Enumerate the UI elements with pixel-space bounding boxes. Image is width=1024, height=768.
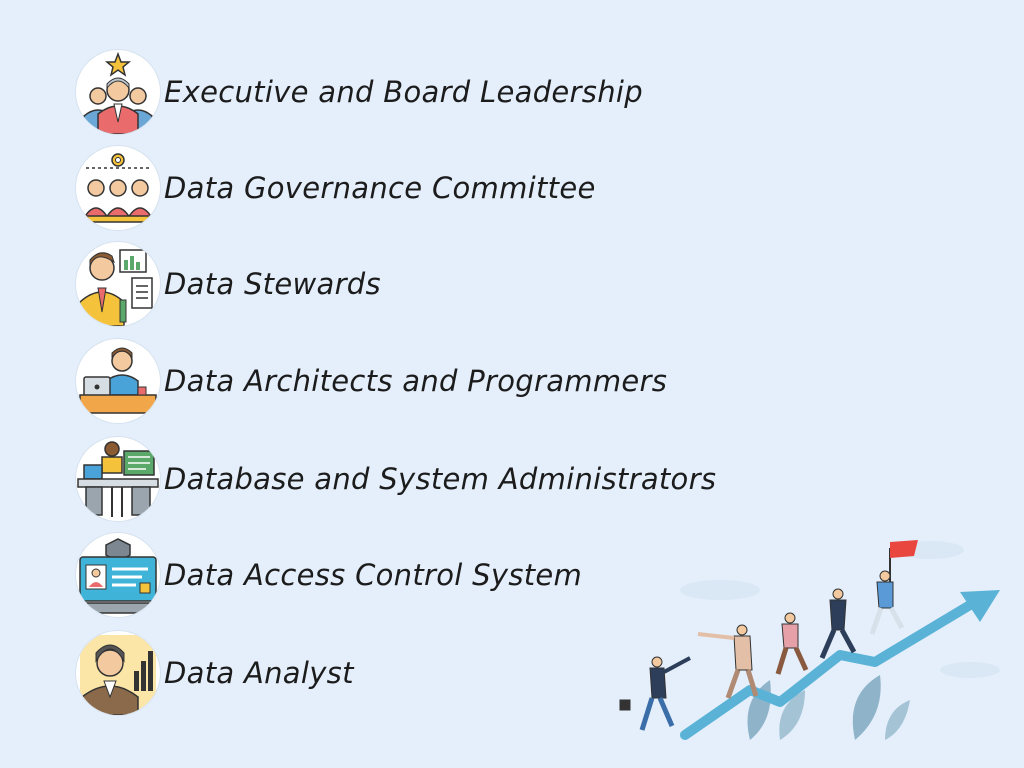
system-admin-icon xyxy=(76,437,160,521)
role-label: Executive and Board Leadership xyxy=(164,75,643,109)
data-analyst-icon xyxy=(76,631,160,715)
role-item-governance-committee: Data Governance Committee xyxy=(76,146,596,230)
role-label: Data Architects and Programmers xyxy=(164,364,668,398)
access-control-icon xyxy=(76,533,160,617)
executive-leadership-icon xyxy=(76,50,160,134)
role-label: Data Access Control System xyxy=(164,558,583,592)
programmer-icon xyxy=(76,339,160,423)
data-steward-icon xyxy=(76,242,160,326)
role-item-data-architects: Data Architects and Programmers xyxy=(76,339,667,423)
governance-committee-icon xyxy=(76,146,160,230)
role-label: Data Analyst xyxy=(164,656,354,690)
role-label: Data Stewards xyxy=(164,267,381,301)
role-item-data-stewards: Data Stewards xyxy=(76,242,381,326)
role-label: Database and System Administrators xyxy=(164,462,717,496)
role-item-system-administrators: Database and System Administrators xyxy=(76,437,716,521)
role-item-access-control: Data Access Control System xyxy=(76,533,582,617)
role-item-executive: Executive and Board Leadership xyxy=(76,50,643,134)
role-item-data-analyst: Data Analyst xyxy=(76,631,354,715)
role-label: Data Governance Committee xyxy=(164,171,596,205)
team-climbing-arrow-icon xyxy=(600,530,1020,760)
